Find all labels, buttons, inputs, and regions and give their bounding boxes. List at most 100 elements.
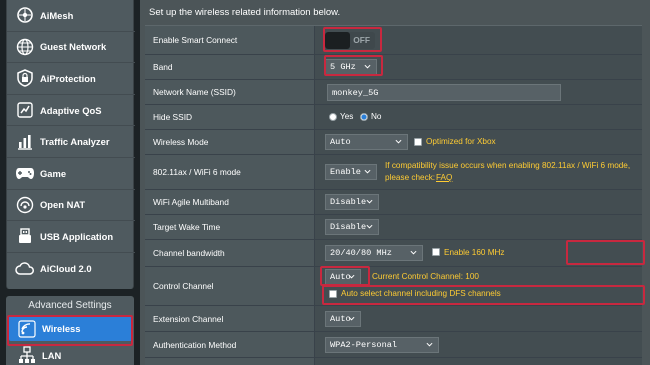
sidebar-item-label: Guest Network bbox=[40, 41, 107, 53]
chevron-down-icon bbox=[364, 169, 371, 174]
row-control-channel: Control Channel Auto Current Control Cha… bbox=[145, 267, 642, 306]
auth-method-label: Authentication Method bbox=[153, 339, 237, 350]
chevron-down-icon bbox=[366, 199, 373, 204]
adaptive-qos-icon bbox=[14, 99, 36, 121]
sidebar-item-guest-network[interactable]: Guest Network bbox=[7, 32, 135, 64]
ssid-input-value: monkey_5G bbox=[332, 87, 379, 98]
control-channel-select[interactable]: Auto bbox=[325, 269, 361, 285]
aimesh-icon bbox=[14, 4, 36, 26]
sidebar-item-lan[interactable]: LAN bbox=[9, 344, 133, 365]
toggle-state-text: OFF bbox=[353, 35, 370, 45]
row-agile-multiband: WiFi Agile Multiband Disable bbox=[145, 190, 642, 215]
channel-bandwidth-label: Channel bandwidth bbox=[153, 248, 225, 258]
sidebar-item-adaptive-qos[interactable]: Adaptive QoS bbox=[7, 95, 135, 127]
sidebar-item-usb-application[interactable]: USB Application bbox=[7, 221, 135, 253]
sidebar-item-aicloud[interactable]: AiCloud 2.0 bbox=[7, 253, 135, 285]
advanced-settings-title: Advanced Settings bbox=[28, 300, 112, 311]
target-wake-time-label: Target Wake Time bbox=[153, 222, 221, 232]
page-intro-text: Set up the wireless related information … bbox=[149, 7, 341, 18]
row-wireless-mode: Wireless Mode Auto Optimized for Xbox bbox=[145, 130, 642, 155]
ssid-input[interactable]: monkey_5G bbox=[327, 84, 561, 101]
game-controller-icon bbox=[14, 162, 36, 184]
sidebar-item-open-nat[interactable]: Open NAT bbox=[7, 190, 135, 222]
wifi6-mode-label: 802.11ax / WiFi 6 mode bbox=[153, 167, 241, 177]
aiprotection-icon bbox=[14, 67, 36, 89]
wireless-settings-table: Enable Smart Connect OFF Band 5 GHz Netw… bbox=[145, 25, 642, 365]
aicloud-icon bbox=[14, 258, 36, 280]
usb-icon bbox=[14, 225, 36, 247]
traffic-analyzer-icon bbox=[14, 131, 36, 153]
chevron-down-icon bbox=[426, 342, 433, 347]
chevron-down-icon bbox=[348, 316, 355, 321]
chevron-down-icon bbox=[366, 224, 373, 229]
band-label: Band bbox=[153, 62, 173, 72]
sidebar-item-label: AiMesh bbox=[40, 9, 74, 21]
target-wake-time-value: Disable bbox=[330, 222, 367, 232]
faq-link[interactable]: FAQ bbox=[436, 173, 452, 182]
row-wifi6-mode: 802.11ax / WiFi 6 mode Enable If compati… bbox=[145, 155, 642, 190]
row-target-wake-time: Target Wake Time Disable bbox=[145, 215, 642, 240]
hide-ssid-no-label: No bbox=[371, 112, 382, 121]
band-select-value: 5 GHz bbox=[330, 62, 356, 72]
smart-connect-toggle[interactable]: OFF bbox=[325, 32, 375, 49]
hide-ssid-no-radio[interactable] bbox=[360, 113, 368, 121]
sidebar-item-label: Adaptive QoS bbox=[40, 104, 102, 116]
wifi6-compat-note: If compatibility issue occurs when enabl… bbox=[385, 161, 631, 170]
control-channel-label: Control Channel bbox=[153, 281, 214, 291]
channel-bandwidth-select[interactable]: 20/40/80 MHz bbox=[325, 245, 423, 261]
guest-network-icon bbox=[14, 36, 36, 58]
optimized-xbox-checkbox[interactable] bbox=[414, 138, 422, 146]
optimized-xbox-label: Optimized for Xbox bbox=[426, 137, 496, 146]
chevron-down-icon bbox=[395, 139, 402, 144]
hide-ssid-yes-radio[interactable] bbox=[329, 113, 337, 121]
enable-160mhz-checkbox[interactable] bbox=[432, 248, 440, 256]
row-smart-connect: Enable Smart Connect OFF bbox=[145, 26, 642, 55]
ssid-label: Network Name (SSID) bbox=[153, 87, 236, 97]
wifi6-mode-value: Enable bbox=[330, 167, 361, 177]
current-control-channel-text: Current Control Channel: 100 bbox=[372, 272, 479, 281]
sidebar-item-traffic-analyzer[interactable]: Traffic Analyzer bbox=[7, 126, 135, 158]
sidebar-item-label: Traffic Analyzer bbox=[40, 136, 110, 148]
row-band: Band 5 GHz bbox=[145, 55, 642, 80]
sidebar: AiMesh Guest Network AiProtection Adapti… bbox=[0, 0, 140, 365]
dfs-channels-checkbox[interactable] bbox=[329, 290, 337, 298]
row-partial bbox=[145, 358, 642, 365]
agile-multiband-select[interactable]: Disable bbox=[325, 194, 379, 210]
chevron-down-icon bbox=[348, 274, 355, 279]
sidebar-item-label: Game bbox=[40, 167, 67, 179]
auth-method-value: WPA2-Personal bbox=[330, 340, 398, 350]
wifi6-mode-select[interactable]: Enable bbox=[325, 164, 377, 180]
channel-bandwidth-value: 20/40/80 MHz bbox=[330, 248, 392, 258]
sidebar-item-game[interactable]: Game bbox=[7, 158, 135, 190]
sidebar-item-label: LAN bbox=[42, 349, 62, 361]
chevron-down-icon bbox=[410, 250, 417, 255]
dfs-channels-label: Auto select channel including DFS channe… bbox=[341, 289, 501, 298]
row-hide-ssid: Hide SSID Yes No bbox=[145, 105, 642, 130]
wireless-mode-label: Wireless Mode bbox=[153, 137, 209, 147]
sidebar-general-group: AiMesh Guest Network AiProtection Adapti… bbox=[6, 0, 135, 289]
extension-channel-label: Extension Channel bbox=[153, 313, 224, 324]
enable-160mhz-label: Enable 160 MHz bbox=[444, 248, 505, 257]
band-select[interactable]: 5 GHz bbox=[325, 59, 377, 75]
agile-multiband-label: WiFi Agile Multiband bbox=[153, 197, 229, 207]
wireless-mode-select[interactable]: Auto bbox=[325, 134, 408, 150]
row-auth-method: Authentication Method WPA2-Personal bbox=[145, 332, 642, 358]
target-wake-time-select[interactable]: Disable bbox=[325, 219, 379, 235]
wireless-highlight-box bbox=[7, 315, 133, 346]
wireless-mode-value: Auto bbox=[330, 137, 351, 147]
wifi6-compat-note-line2: please check: bbox=[385, 173, 436, 182]
hide-ssid-yes-label: Yes bbox=[340, 112, 354, 121]
auth-method-select[interactable]: WPA2-Personal bbox=[325, 337, 439, 353]
main-panel: Set up the wireless related information … bbox=[140, 0, 650, 365]
sidebar-item-aimesh[interactable]: AiMesh bbox=[7, 0, 135, 32]
sidebar-item-label: AiCloud 2.0 bbox=[40, 263, 92, 275]
row-extension-channel: Extension Channel Auto bbox=[145, 306, 642, 332]
smart-connect-label: Enable Smart Connect bbox=[153, 35, 238, 45]
row-ssid: Network Name (SSID) monkey_5G bbox=[145, 80, 642, 105]
hide-ssid-label: Hide SSID bbox=[153, 112, 193, 122]
agile-multiband-value: Disable bbox=[330, 197, 367, 207]
extension-channel-select[interactable]: Auto bbox=[325, 311, 361, 327]
chevron-down-icon bbox=[364, 64, 371, 69]
sidebar-item-aiprotection[interactable]: AiProtection bbox=[7, 63, 135, 95]
sidebar-item-label: USB Application bbox=[40, 230, 114, 242]
